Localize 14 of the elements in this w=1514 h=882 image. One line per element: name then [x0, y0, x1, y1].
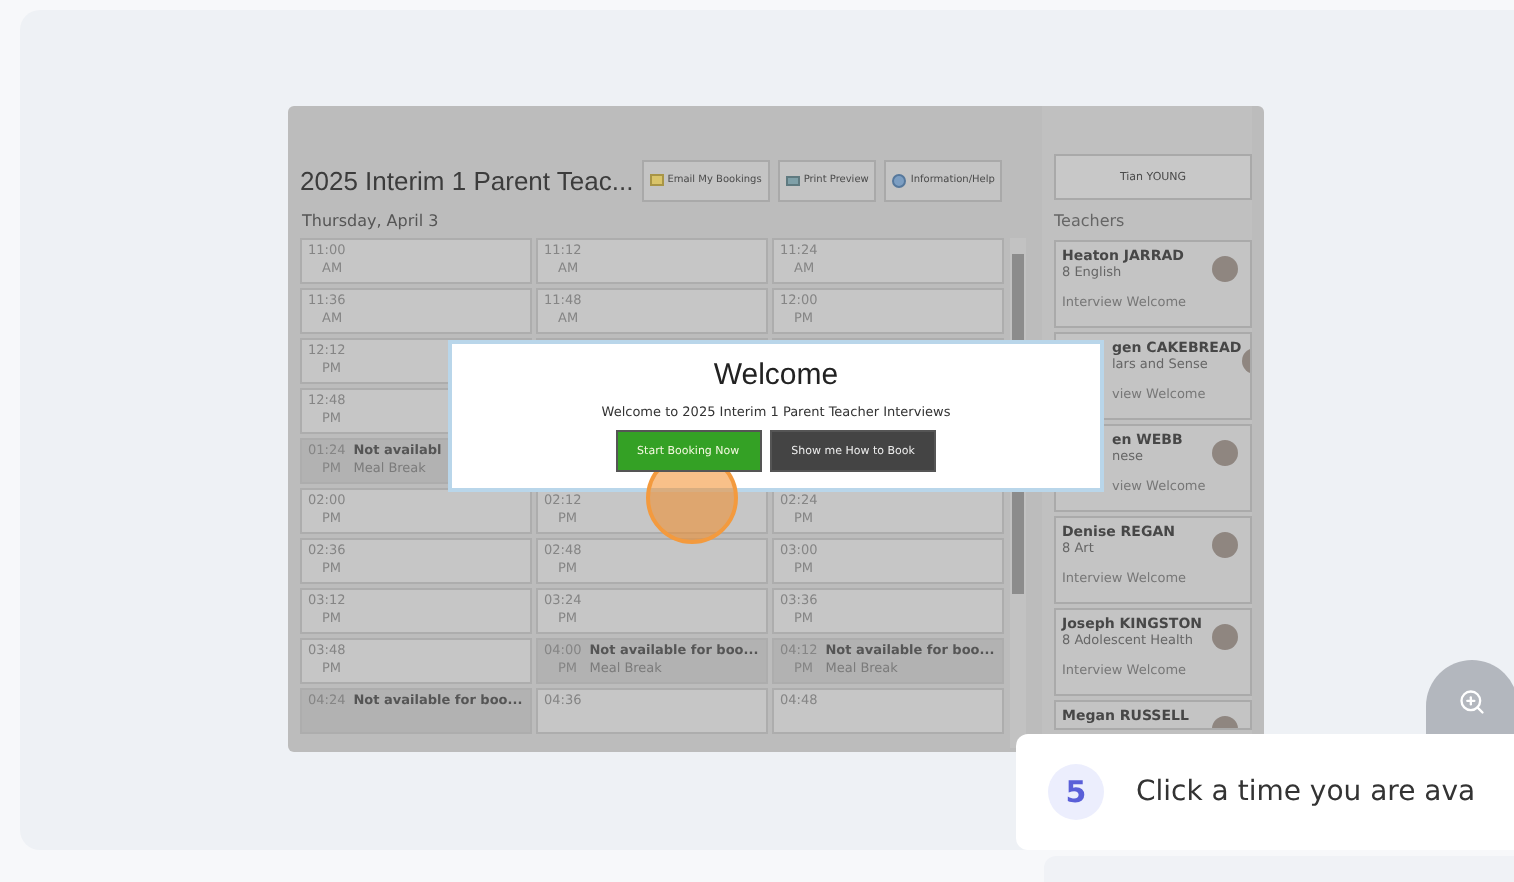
avatar-circle	[1212, 624, 1238, 650]
avatar-circle	[1212, 440, 1238, 466]
avatar-circle	[1212, 532, 1238, 558]
zoom-in-icon	[1458, 688, 1486, 716]
page-title: 2025 Interim 1 Parent Teac...	[300, 165, 634, 195]
date-label: Thursday, April 3	[302, 212, 441, 230]
printer-icon	[785, 174, 800, 186]
envelope-icon	[649, 174, 664, 186]
step-text: Click a time you are ava	[1136, 776, 1476, 808]
avatar-circle	[1212, 256, 1238, 282]
teachers-heading: Teachers	[1054, 212, 1127, 230]
step-number: 5	[1048, 764, 1104, 820]
globe-icon	[892, 173, 907, 187]
dialog-title: Welcome	[713, 358, 839, 392]
